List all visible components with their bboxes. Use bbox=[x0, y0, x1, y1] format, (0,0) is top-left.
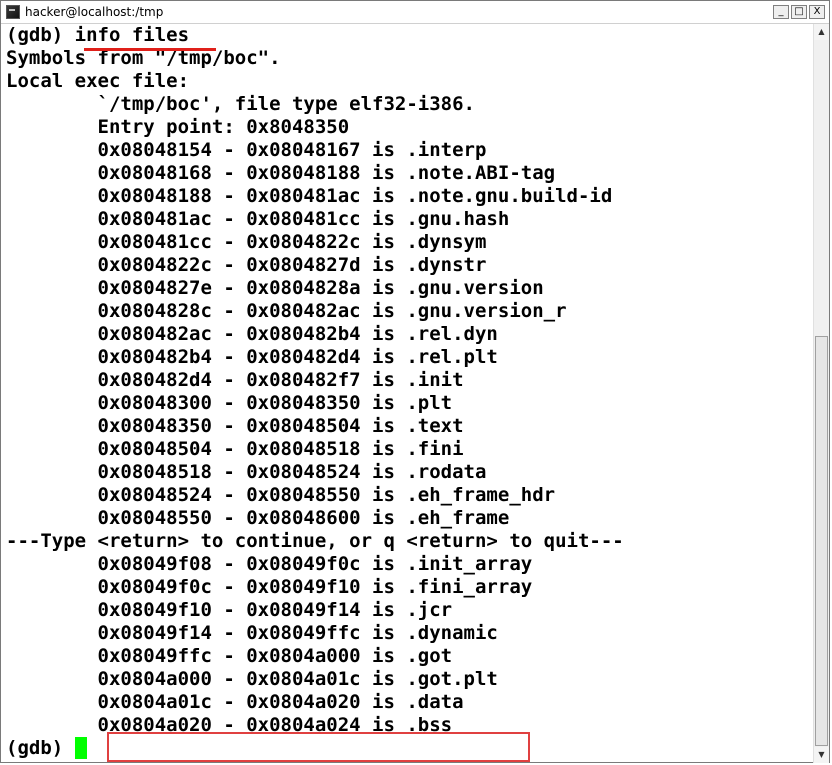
window-title: hacker@localhost:/tmp bbox=[25, 5, 164, 19]
terminal-line: 0x08048504 - 0x08048518 is .fini bbox=[6, 438, 464, 460]
terminal-line: 0x08048524 - 0x08048550 is .eh_frame_hdr bbox=[6, 484, 556, 506]
terminal-output[interactable]: (gdb) info files Symbols from "/tmp/boc".… bbox=[6, 24, 812, 762]
scroll-down-arrow-icon[interactable]: ▼ bbox=[814, 747, 829, 763]
scroll-up-arrow-icon[interactable]: ▲ bbox=[814, 24, 829, 40]
title-bar[interactable]: hacker@localhost:/tmp _ □ X bbox=[1, 1, 829, 24]
close-button[interactable]: X bbox=[809, 5, 825, 19]
terminal-line: 0x08049f10 - 0x08049f14 is .jcr bbox=[6, 599, 453, 621]
terminal-window: hacker@localhost:/tmp _ □ X (gdb) info f… bbox=[0, 0, 830, 763]
terminal-line: 0x08048300 - 0x08048350 is .plt bbox=[6, 392, 453, 414]
scrollbar-thumb[interactable] bbox=[815, 336, 828, 746]
terminal-line: 0x0804822c - 0x0804827d is .dynstr bbox=[6, 254, 487, 276]
minimize-button[interactable]: _ bbox=[773, 5, 789, 19]
terminal-line: 0x080482ac - 0x080482b4 is .rel.dyn bbox=[6, 323, 498, 345]
terminal-line: 0x080481ac - 0x080481cc is .gnu.hash bbox=[6, 208, 510, 230]
terminal-line: 0x080481cc - 0x0804822c is .dynsym bbox=[6, 231, 487, 253]
terminal-line: (gdb) info files bbox=[6, 24, 190, 46]
terminal-line: 0x0804a000 - 0x0804a01c is .got.plt bbox=[6, 668, 498, 690]
highlight-box bbox=[107, 732, 530, 762]
terminal-line: 0x080482b4 - 0x080482d4 is .rel.plt bbox=[6, 346, 498, 368]
terminal-line: 0x0804a01c - 0x0804a020 is .data bbox=[6, 691, 464, 713]
maximize-button[interactable]: □ bbox=[791, 5, 807, 19]
terminal-line: 0x08048550 - 0x08048600 is .eh_frame bbox=[6, 507, 510, 529]
terminal-line: 0x08048350 - 0x08048504 is .text bbox=[6, 415, 464, 437]
terminal-line: 0x08048168 - 0x08048188 is .note.ABI-tag bbox=[6, 162, 556, 184]
terminal-line: 0x08048154 - 0x08048167 is .interp bbox=[6, 139, 487, 161]
terminal-line: 0x08049ffc - 0x0804a000 is .got bbox=[6, 645, 453, 667]
terminal-line: Entry point: 0x8048350 bbox=[6, 116, 350, 138]
text-cursor bbox=[74, 737, 87, 759]
terminal-line: 0x08049f14 - 0x08049ffc is .dynamic bbox=[6, 622, 498, 644]
terminal-line: 0x08048188 - 0x080481ac is .note.gnu.bui… bbox=[6, 185, 613, 207]
terminal-line: 0x08048518 - 0x08048524 is .rodata bbox=[6, 461, 487, 483]
terminal-line: 0x08049f0c - 0x08049f10 is .fini_array bbox=[6, 576, 533, 598]
terminal-line: 0x080482d4 - 0x080482f7 is .init bbox=[6, 369, 464, 391]
terminal-line: 0x08049f08 - 0x08049f0c is .init_array bbox=[6, 553, 533, 575]
terminal-line: 0x0804827e - 0x0804828a is .gnu.version bbox=[6, 277, 544, 299]
vertical-scrollbar[interactable]: ▲ ▼ bbox=[813, 24, 829, 763]
gdb-prompt: (gdb) bbox=[6, 737, 75, 759]
window-controls: _ □ X bbox=[771, 5, 825, 19]
terminal-line: ---Type <return> to continue, or q <retu… bbox=[6, 530, 624, 552]
terminal-line: `/tmp/boc', file type elf32-i386. bbox=[6, 93, 476, 115]
terminal-line: 0x0804828c - 0x080482ac is .gnu.version_… bbox=[6, 300, 567, 322]
terminal-line: Local exec file: bbox=[6, 70, 190, 92]
terminal-app-icon[interactable] bbox=[6, 5, 20, 19]
highlight-underline bbox=[84, 48, 216, 51]
